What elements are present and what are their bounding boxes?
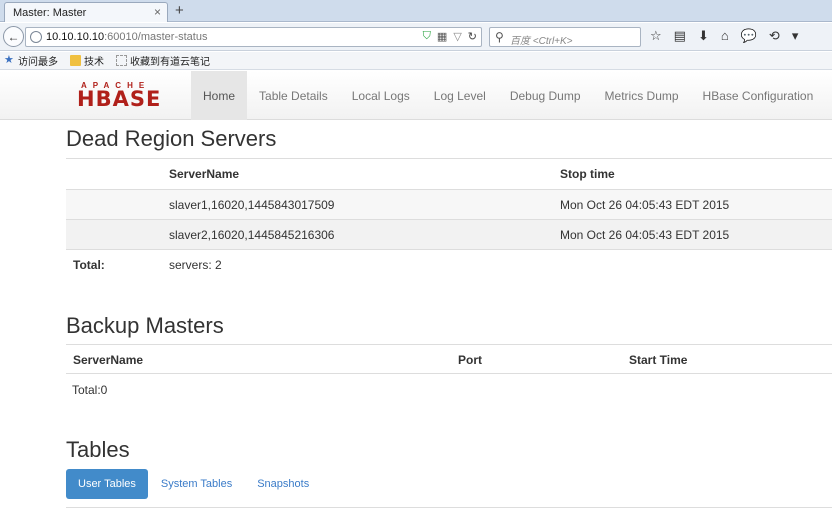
hbase-nav-list: Home Table Details Local Logs Log Level … xyxy=(191,71,825,120)
bookmark-label: 收藏到有道云笔记 xyxy=(130,57,210,68)
col-servername: ServerName xyxy=(73,353,144,367)
new-tab-button[interactable]: + xyxy=(175,2,184,19)
globe-icon xyxy=(30,31,42,43)
address-bar[interactable]: 10.10.10.10:60010/master-status ⛉ ▦ ▽ ↻ xyxy=(25,27,482,47)
close-icon[interactable]: × xyxy=(154,5,161,19)
reading-list-icon[interactable]: ▤ xyxy=(674,28,686,44)
search-placeholder: 百度 <Ctrl+K> xyxy=(510,36,573,47)
tab-user-tables[interactable]: User Tables xyxy=(66,469,148,499)
logo-hbase-text: HBASE xyxy=(77,87,162,111)
url-path: :60010/master-status xyxy=(104,31,208,43)
table-row: slaver1,16020,1445843017509 Mon Oct 26 0… xyxy=(66,189,832,219)
server-name-cell: slaver1,16020,1445843017509 xyxy=(169,198,335,212)
browser-nav-bar: ← 10.10.10.10:60010/master-status ⛉ ▦ ▽ … xyxy=(0,23,832,51)
server-name-cell: slaver2,16020,1445845216306 xyxy=(169,228,335,242)
table-total-row: Total:0 xyxy=(66,375,454,405)
nav-local-logs[interactable]: Local Logs xyxy=(340,71,422,120)
dead-servers-table: ServerName Stop time slaver1,16020,14458… xyxy=(66,158,832,280)
browser-tab-bar: Master: Master × + xyxy=(0,0,832,22)
bookmark-star-icon[interactable]: ☆ xyxy=(650,28,662,44)
backup-masters-table: ServerName Port Start Time Total:0 xyxy=(66,344,832,404)
col-stop-time: Stop time xyxy=(560,167,615,181)
bookmark-tech-folder[interactable]: 技术 xyxy=(70,53,104,68)
url-host: 10.10.10.10 xyxy=(46,31,105,43)
dead-servers-title: Dead Region Servers xyxy=(66,126,277,151)
page-icon xyxy=(116,55,127,66)
chevron-down-icon[interactable]: ▽ xyxy=(453,30,461,43)
bookmark-label: 访问最多 xyxy=(18,57,58,68)
search-input[interactable]: ⚲ 百度 <Ctrl+K> xyxy=(489,27,641,47)
browser-tab-title: Master: Master xyxy=(13,6,87,19)
total-label: Total: xyxy=(73,258,105,272)
download-icon[interactable]: ⬇ xyxy=(698,28,709,44)
home-icon[interactable]: ⌂ xyxy=(721,28,729,44)
total-value: Total:0 xyxy=(72,383,108,397)
sync-icon[interactable]: ⟲ xyxy=(769,28,780,44)
divider xyxy=(66,507,832,508)
table-header-row: ServerName Stop time xyxy=(66,158,832,188)
col-servername: ServerName xyxy=(169,167,240,181)
address-url: 10.10.10.10:60010/master-status xyxy=(46,31,207,43)
nav-log-level[interactable]: Log Level xyxy=(422,71,498,120)
tab-system-tables[interactable]: System Tables xyxy=(149,469,244,499)
back-button[interactable]: ← xyxy=(3,26,24,47)
stop-time-cell: Mon Oct 26 04:05:43 EDT 2015 xyxy=(560,228,730,242)
bookmark-most-visited[interactable]: ★ 访问最多 xyxy=(4,53,58,69)
table-row: slaver2,16020,1445845216306 Mon Oct 26 0… xyxy=(66,219,832,249)
col-port: Port xyxy=(458,353,482,367)
total-value: servers: 2 xyxy=(169,258,222,272)
stop-time-cell: Mon Oct 26 04:05:43 EDT 2015 xyxy=(560,198,730,212)
browser-toolbar: ☆ ▤ ⬇ ⌂ 💬 ⟲ ▾ xyxy=(650,28,798,44)
backup-masters-title: Backup Masters xyxy=(66,313,224,338)
bookmarks-bar: ★ 访问最多 技术 收藏到有道云笔记 xyxy=(0,52,832,70)
nav-table-details[interactable]: Table Details xyxy=(247,71,340,120)
nav-debug-dump[interactable]: Debug Dump xyxy=(498,71,593,120)
address-bar-icons: ⛉ ▦ ▽ ↻ xyxy=(423,30,477,43)
tables-tabs: User Tables System Tables Snapshots xyxy=(66,469,322,500)
table-total-row: Total: servers: 2 xyxy=(66,249,832,279)
search-icon: ⚲ xyxy=(495,30,504,44)
tables-title: Tables xyxy=(66,437,130,462)
star-icon: ★ xyxy=(4,54,14,66)
menu-chevron-icon[interactable]: ▾ xyxy=(792,28,799,44)
nav-hbase-configuration[interactable]: HBase Configuration xyxy=(691,71,826,120)
chat-icon[interactable]: 💬 xyxy=(741,28,757,44)
qr-code-icon[interactable]: ▦ xyxy=(437,30,447,43)
shield-icon[interactable]: ⛉ xyxy=(423,30,431,43)
bookmark-youdao[interactable]: 收藏到有道云笔记 xyxy=(116,53,210,68)
tab-snapshots[interactable]: Snapshots xyxy=(245,469,321,499)
col-start-time: Start Time xyxy=(629,353,688,367)
browser-tab[interactable]: Master: Master × xyxy=(4,2,168,22)
table-header-row: ServerName Port Start Time xyxy=(66,344,832,374)
folder-icon xyxy=(70,55,81,66)
refresh-icon[interactable]: ↻ xyxy=(468,30,477,43)
nav-metrics-dump[interactable]: Metrics Dump xyxy=(593,71,691,120)
bookmark-label: 技术 xyxy=(84,57,104,68)
hbase-navbar: APACHE HBASE Home Table Details Local Lo… xyxy=(0,71,832,120)
nav-home[interactable]: Home xyxy=(191,71,248,120)
hbase-logo[interactable]: APACHE HBASE xyxy=(77,81,181,111)
back-arrow-icon: ← xyxy=(7,29,20,44)
